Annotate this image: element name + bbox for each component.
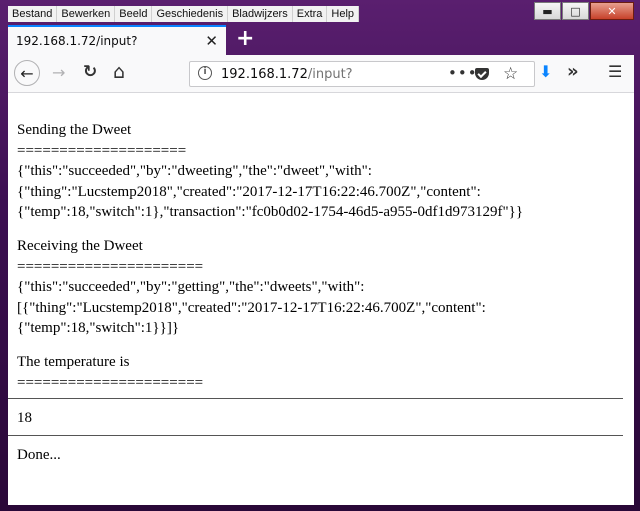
tab-active[interactable]: 192.168.1.72/input? ✕ [8, 25, 226, 55]
minimize-button[interactable]: ▬ [534, 2, 561, 20]
menu-bar: Bestand Bewerken Beeld Geschiedenis Blad… [8, 6, 360, 22]
section-title: Sending the Dweet [17, 122, 132, 138]
status-text: Done... [17, 447, 61, 463]
overflow-icon[interactable]: » [567, 63, 579, 81]
page-content: Sending the Dweet ==================== {… [8, 93, 634, 505]
close-window-button[interactable]: ✕ [590, 2, 634, 20]
section-title: Receiving the Dweet [17, 238, 143, 254]
menu-geschiedenis[interactable]: Geschiedenis [152, 6, 229, 22]
menu-help[interactable]: Help [327, 6, 360, 22]
section-rule: ====================== [17, 374, 204, 391]
horizontal-rule [8, 435, 623, 436]
sending-section: Sending the Dweet ==================== {… [17, 120, 624, 223]
tab-close-icon[interactable]: ✕ [205, 32, 218, 50]
back-button[interactable]: ← [14, 60, 40, 86]
new-tab-button[interactable]: + [236, 27, 254, 51]
pocket-icon[interactable] [475, 68, 489, 80]
url-path: /input? [307, 67, 353, 82]
hamburger-menu-icon[interactable]: ☰ [608, 64, 622, 80]
menu-beeld[interactable]: Beeld [115, 6, 153, 22]
maximize-icon: □ [570, 4, 581, 18]
json-line: {"temp":18,"switch":1},"transaction":"fc… [17, 204, 524, 220]
back-arrow-icon: ← [20, 63, 34, 83]
horizontal-rule [8, 398, 623, 399]
receiving-section: Receiving the Dweet ====================… [17, 236, 624, 339]
window-controls: ▬ □ ✕ [533, 2, 634, 20]
url-text[interactable]: 192.168.1.72/input? [221, 67, 353, 82]
tab-strip: 192.168.1.72/input? ✕ + [8, 25, 634, 55]
page-actions-icon[interactable]: ••• [448, 64, 478, 82]
home-button[interactable]: ⌂ [113, 63, 125, 82]
temperature-section: The temperature is =====================… [17, 352, 624, 393]
forward-button[interactable]: → [52, 65, 65, 81]
json-line: {"this":"succeeded","by":"dweeting","the… [17, 163, 372, 179]
url-host: 192.168.1.72 [221, 67, 308, 82]
json-line: {"temp":18,"switch":1}}]} [17, 320, 180, 336]
json-line: [{"thing":"Lucstemp2018","created":"2017… [17, 299, 486, 316]
menu-bewerken[interactable]: Bewerken [57, 6, 116, 22]
json-line: {"this":"succeeded","by":"getting","the"… [17, 279, 365, 295]
reload-button[interactable]: ↻ [83, 64, 97, 81]
bookmark-star-icon[interactable]: ☆ [503, 64, 518, 84]
menu-bestand[interactable]: Bestand [8, 6, 58, 22]
navigation-toolbar: ← → ↻ ⌂ i 192.168.1.72/input? ••• ☆ ⬇ » … [8, 55, 634, 93]
url-bar[interactable]: i 192.168.1.72/input? ••• ☆ [189, 61, 535, 87]
download-icon[interactable]: ⬇ [539, 64, 552, 80]
info-icon[interactable]: i [198, 66, 212, 80]
menu-extra[interactable]: Extra [292, 6, 328, 22]
json-line: {"thing":"Lucstemp2018","created":"2017-… [17, 183, 481, 200]
tab-title: 192.168.1.72/input? [16, 34, 138, 48]
browser-window: Bestand Bewerken Beeld Geschiedenis Blad… [0, 0, 640, 511]
section-rule: ====================== [17, 258, 204, 275]
section-rule: ==================== [17, 142, 187, 159]
close-icon: ✕ [607, 4, 617, 18]
maximize-button[interactable]: □ [562, 2, 589, 20]
minimize-icon: ▬ [542, 4, 553, 18]
temperature-value: 18 [17, 410, 32, 426]
section-title: The temperature is [17, 354, 130, 370]
menu-bladwijzers[interactable]: Bladwijzers [228, 6, 293, 22]
